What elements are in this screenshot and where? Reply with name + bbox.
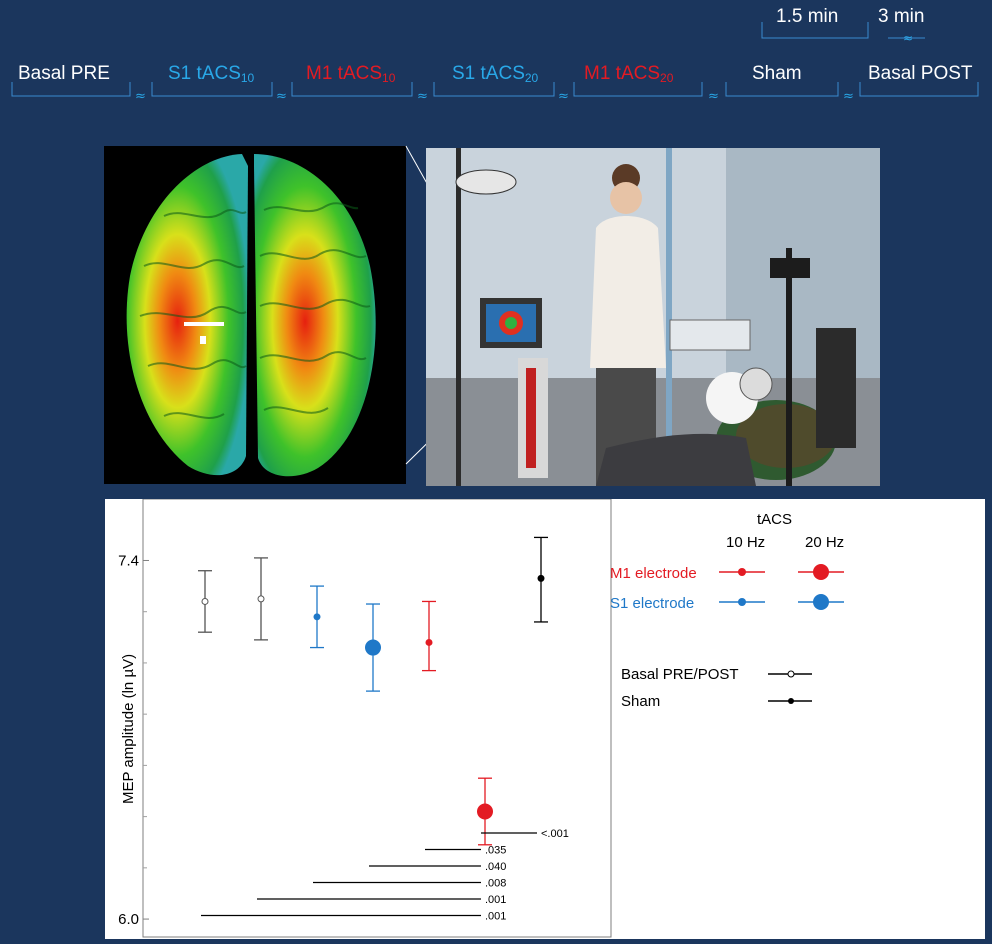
segment-sham: Sham	[752, 63, 802, 84]
legend-title: tACS	[757, 511, 792, 528]
legend-s1-10hz-dot	[738, 598, 746, 606]
segment-s1-tacs10: S1 tACS10	[168, 63, 255, 85]
data-point-marker	[365, 639, 381, 656]
segment-basal-pre: Basal PRE	[18, 63, 110, 84]
data-point-marker	[537, 574, 545, 582]
legend-sham-dot	[788, 698, 794, 704]
legend-m1-label: M1 electrode	[610, 565, 697, 582]
y-axis-label: MEP amplitude (ln µV)	[120, 654, 137, 804]
y-tick-label: 7.4	[118, 552, 139, 569]
legend-col-10hz: 10 Hz	[726, 534, 765, 551]
protocol-timeline: ≈ ≈ ≈ ≈ ≈ ≈ ≈ 1.5 min 3 min Basal PRE S1 tACS…	[0, 0, 992, 130]
legend-basal-dot	[787, 670, 795, 678]
brain-illustration	[126, 154, 376, 477]
lab-photo-illustration	[426, 148, 880, 486]
lab-setup-photo	[426, 148, 880, 486]
break-icon: ≈	[903, 31, 913, 45]
legend-m1-10hz-dot	[738, 568, 746, 576]
legend-m1-20hz-dot	[813, 564, 829, 580]
brain-current-map-image	[104, 146, 406, 484]
legend-s1-label: S1 electrode	[610, 595, 694, 612]
duration-short-label: 1.5 min	[776, 6, 839, 27]
data-point-marker	[477, 803, 493, 820]
mep-chart: MEP amplitude (ln µV) 7.4 6.0 <.001 .035 .0…	[118, 498, 844, 938]
y-tick-label: 6.0	[118, 911, 139, 928]
timeline-break-icon: ≈	[135, 89, 146, 104]
timeline-break-icon: ≈	[417, 89, 428, 104]
segment-basal-post: Basal POST	[868, 63, 973, 84]
data-point-marker	[425, 638, 433, 646]
timeline-break-icon: ≈	[843, 89, 854, 104]
timeline-break-icon: ≈	[558, 89, 569, 104]
legend-basal-label: Basal PRE/POST	[621, 666, 739, 683]
legend: tACS 10 Hz 20 Hz M1 electrode S1 electro…	[610, 511, 844, 710]
segment-m1-tacs20: M1 tACS20	[584, 63, 674, 85]
segment-m1-tacs10: M1 tACS10	[306, 63, 396, 85]
p-value-label: .035	[485, 845, 506, 857]
p-value-label: <.001	[541, 828, 569, 840]
timeline-break-icon: ≈	[276, 89, 287, 104]
legend-sham-label: Sham	[621, 693, 660, 710]
data-point-marker	[201, 597, 209, 605]
p-value-label: .001	[485, 894, 506, 906]
p-value-label: .008	[485, 878, 506, 890]
legend-s1-20hz-dot	[813, 594, 829, 610]
timeline-break-icon: ≈	[708, 89, 719, 104]
data-point-marker	[257, 595, 265, 603]
duration-long-label: 3 min	[878, 6, 925, 27]
p-value-label: .040	[485, 861, 506, 873]
segment-s1-tacs20: S1 tACS20	[452, 63, 539, 85]
legend-col-20hz: 20 Hz	[805, 534, 844, 551]
p-value-label: .001	[485, 911, 506, 923]
data-point-marker	[313, 613, 321, 621]
mep-chart-panel: MEP amplitude (ln µV) 7.4 6.0 <.001 .035 .0…	[105, 498, 985, 939]
